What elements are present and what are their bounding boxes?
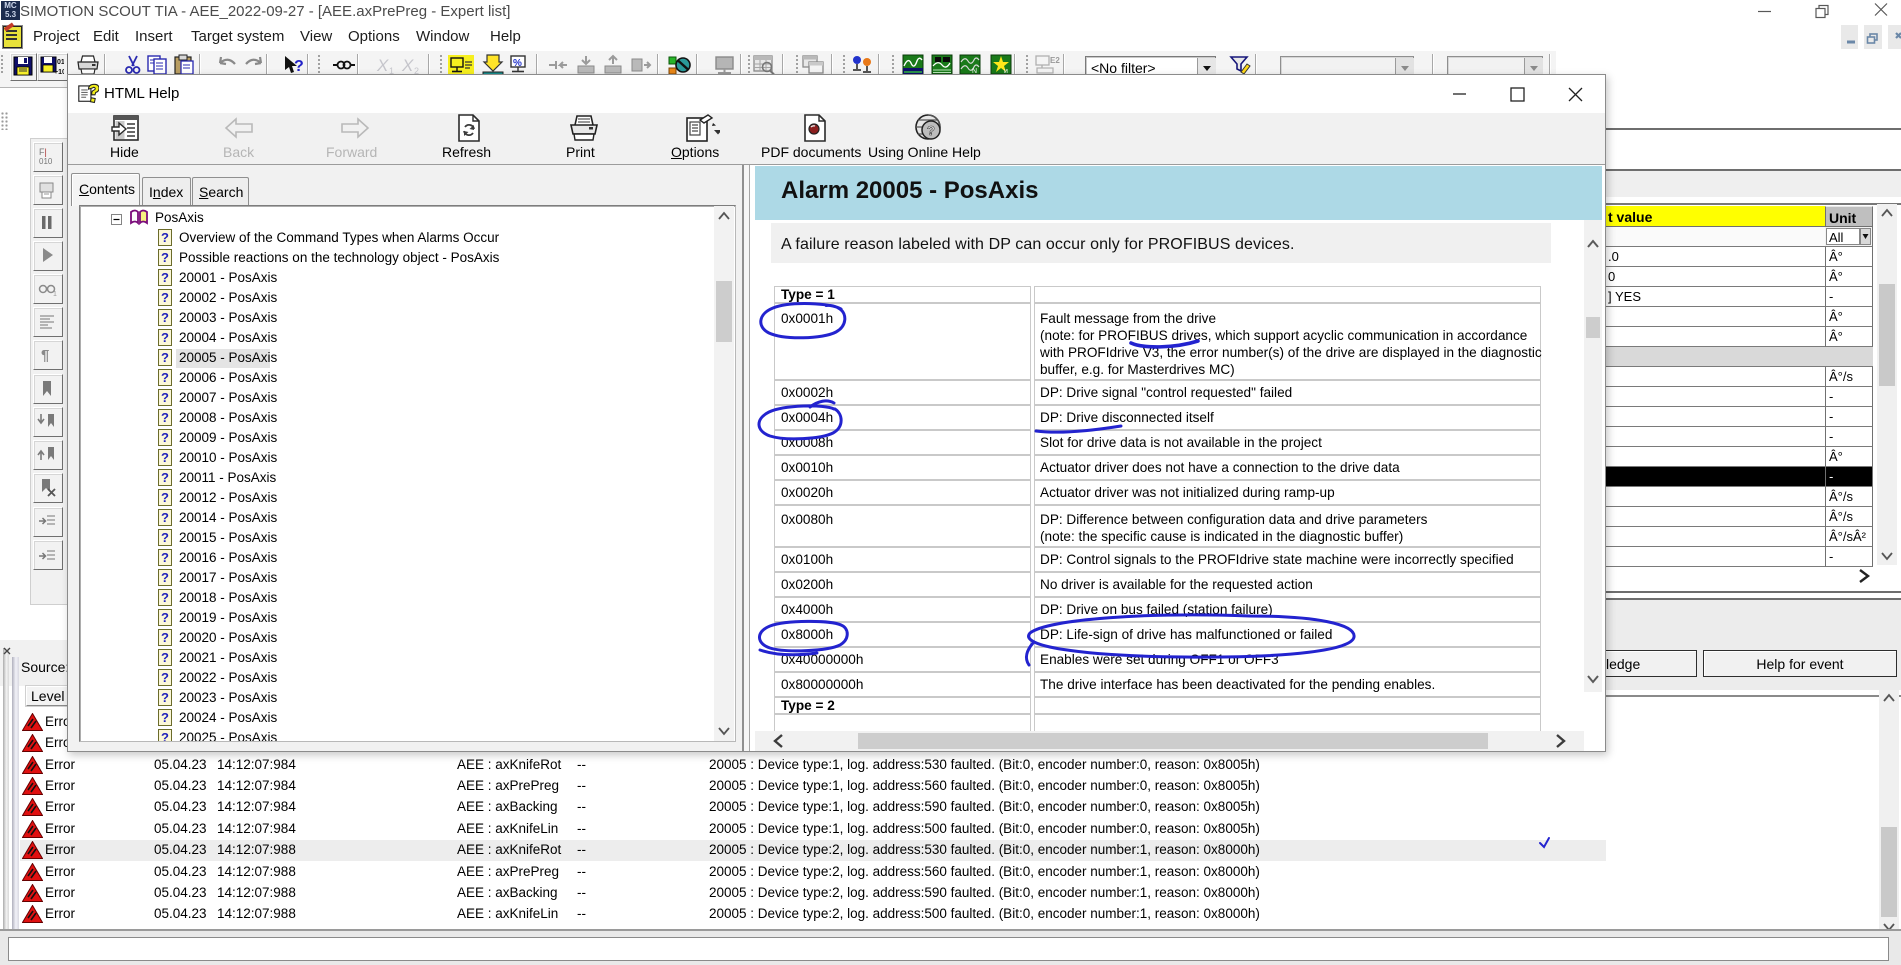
svg-text:X: X (401, 56, 414, 75)
svg-text:?: ? (161, 390, 169, 405)
svg-text:¶: ¶ (41, 347, 49, 364)
svg-text:?: ? (161, 330, 169, 345)
svg-text:E2: E2 (1050, 56, 1060, 65)
svg-text:+10: +10 (54, 69, 64, 76)
svg-text:?: ? (161, 670, 169, 685)
svg-text:?: ? (161, 310, 169, 325)
svg-text:?: ? (161, 350, 169, 365)
svg-text:?: ? (161, 270, 169, 285)
svg-text:?: ? (161, 450, 169, 465)
svg-text:?: ? (161, 630, 169, 645)
svg-text:?: ? (161, 590, 169, 605)
svg-text:?: ? (161, 250, 169, 265)
svg-text:?: ? (161, 730, 169, 741)
svg-text:?: ? (161, 510, 169, 525)
svg-text:?: ? (161, 570, 169, 585)
svg-text:?: ? (161, 550, 169, 565)
svg-text:?: ? (161, 490, 169, 505)
svg-text:?: ? (161, 290, 169, 305)
svg-text:010: 010 (39, 157, 53, 166)
svg-text:?: ? (161, 710, 169, 725)
svg-text:?: ? (927, 123, 935, 138)
svg-text:?: ? (161, 690, 169, 705)
svg-text:?: ? (161, 370, 169, 385)
svg-text:F|: F| (39, 147, 47, 157)
svg-text:?: ? (161, 230, 169, 245)
svg-text:?: ? (161, 530, 169, 545)
svg-text:1: 1 (53, 291, 57, 298)
svg-text:01: 01 (57, 59, 64, 66)
svg-text:?: ? (161, 610, 169, 625)
svg-text:?: ? (161, 430, 169, 445)
svg-text:?: ? (161, 470, 169, 485)
svg-text:?: ? (294, 58, 304, 75)
svg-text:?: ? (161, 410, 169, 425)
svg-text:X: X (376, 56, 389, 75)
svg-text:?: ? (161, 650, 169, 665)
